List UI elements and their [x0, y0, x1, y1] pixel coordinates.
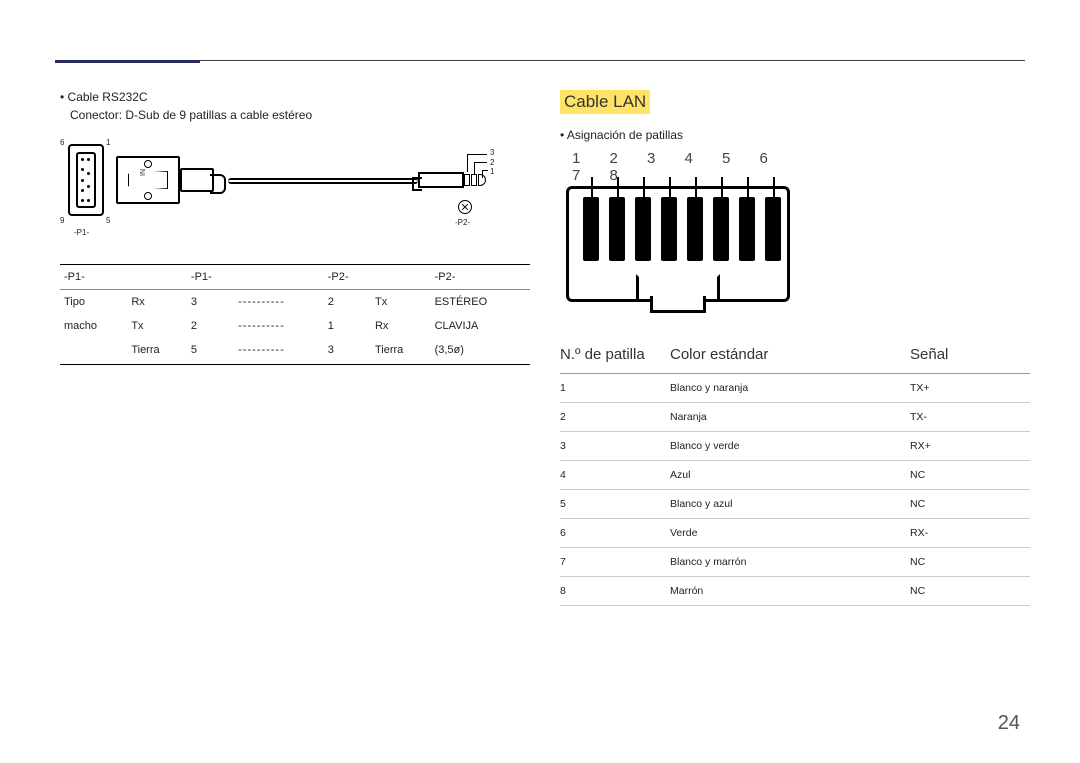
lan-h2: Color estándar	[670, 338, 910, 374]
lan-pinout-table: N.º de patilla Color estándar Señal 1Bla…	[560, 338, 1030, 606]
rs-h1: -P1-	[187, 265, 234, 290]
lan-bullet: Asignación de patillas	[560, 128, 1030, 142]
lead-2	[474, 162, 487, 163]
lan-cell: 2	[560, 403, 670, 432]
rs-r2-3: 1	[324, 314, 371, 338]
stereo-jack-body-icon	[418, 172, 464, 188]
rs-r1-4: Tx	[371, 290, 431, 315]
rs-r2-2: ----------	[234, 314, 324, 338]
rs-r1-2: ----------	[234, 290, 324, 315]
lan-cell: Blanco y naranja	[670, 374, 910, 403]
fig-label-6: 6	[60, 138, 64, 147]
rs-r2-1: 2	[187, 314, 234, 338]
top-rule	[55, 60, 1025, 61]
rs-r1-3: 2	[324, 290, 371, 315]
left-column: Cable RS232C Conector: D-Sub de 9 patill…	[60, 90, 530, 365]
page-number: 24	[998, 712, 1020, 735]
lan-row: 4AzulNC	[560, 461, 1030, 490]
cable-lan-title: Cable LAN	[560, 90, 650, 114]
lan-cell: 1	[560, 374, 670, 403]
rs-r3-4: Tierra	[371, 338, 431, 365]
rs232-table: -P1- -P1- -P2- -P2- Tipo Rx 3 ----------…	[60, 264, 530, 365]
rs232-connector-desc: Conector: D-Sub de 9 patillas a cable es…	[70, 108, 530, 122]
lan-cell: 3	[560, 432, 670, 461]
lan-cell: NC	[910, 461, 1030, 490]
rs-r3-1: 5	[187, 338, 234, 365]
right-column: Cable LAN Asignación de patillas 1 2 3 4…	[560, 90, 1030, 606]
cable-line-icon	[228, 178, 418, 184]
lead-3v	[467, 154, 468, 172]
lan-cell: 4	[560, 461, 670, 490]
rs-r2-0: Tx	[127, 314, 187, 338]
rj45-connector-icon	[566, 186, 790, 302]
dsub-connector-icon	[68, 144, 104, 216]
jack-num-1: 1	[490, 167, 494, 176]
rs-h6: -P2-	[431, 265, 530, 290]
in-label: IN	[140, 169, 147, 176]
rs-r1-5: ESTÉREO	[431, 290, 530, 315]
lan-cell: TX-	[910, 403, 1030, 432]
jack-num-2: 2	[490, 158, 494, 167]
rj45-figure: 1 2 3 4 5 6 7 8	[560, 150, 800, 320]
lan-row: 6VerdeRX-	[560, 519, 1030, 548]
rs-r2-4: Rx	[371, 314, 431, 338]
lan-cell: 6	[560, 519, 670, 548]
rs-rowlabel-2: macho	[60, 314, 127, 338]
fig-label-1: 1	[106, 138, 110, 147]
dsub-body-icon: IN	[116, 156, 180, 204]
lan-cell: TX+	[910, 374, 1030, 403]
lan-cell: Blanco y azul	[670, 490, 910, 519]
rs-r1-0: Rx	[127, 290, 187, 315]
lan-cell: 5	[560, 490, 670, 519]
rs-r2-5: CLAVIJA	[431, 314, 530, 338]
rs-r1-1: 3	[187, 290, 234, 315]
rs232-cable-figure: 6 1 9 5 -P1- IN 3 2 1 -P2-	[60, 134, 500, 254]
cable-strain-icon	[180, 168, 214, 192]
rs-h4: -P2-	[324, 265, 371, 290]
fig-label-p2: -P2-	[455, 218, 470, 227]
lan-row: 7Blanco y marrónNC	[560, 548, 1030, 577]
rs-r3-3: 3	[324, 338, 371, 365]
jack-num-3: 3	[490, 148, 494, 157]
lan-cell: RX-	[910, 519, 1030, 548]
rj45-pin-numbers: 1 2 3 4 5 6 7 8	[572, 150, 800, 184]
fig-label-5: 5	[106, 216, 110, 225]
rs-r3-5: (3,5ø)	[431, 338, 530, 365]
top-accent-bar	[55, 60, 200, 63]
lan-cell: Blanco y marrón	[670, 548, 910, 577]
rs-r3-2: ----------	[234, 338, 324, 365]
fig-label-p1: -P1-	[74, 228, 89, 237]
lead-2v	[474, 162, 475, 174]
lan-row: 2NaranjaTX-	[560, 403, 1030, 432]
lan-cell: NC	[910, 548, 1030, 577]
lan-cell: Naranja	[670, 403, 910, 432]
lan-cell: NC	[910, 490, 1030, 519]
lan-h1: N.º de patilla	[560, 338, 670, 374]
lan-cell: 8	[560, 577, 670, 606]
lan-cell: Marrón	[670, 577, 910, 606]
rs-rowlabel-1: Tipo	[60, 290, 127, 315]
rs-h0: -P1-	[60, 265, 127, 290]
lan-cell: RX+	[910, 432, 1030, 461]
fig-label-9: 9	[60, 216, 64, 225]
lan-cell: 7	[560, 548, 670, 577]
lan-row: 8MarrónNC	[560, 577, 1030, 606]
lan-row: 5Blanco y azulNC	[560, 490, 1030, 519]
jack-ring-icon	[458, 200, 472, 214]
lan-row: 1Blanco y naranjaTX+	[560, 374, 1030, 403]
lan-row: 3Blanco y verdeRX+	[560, 432, 1030, 461]
lead-3	[467, 154, 487, 155]
lan-cell: Verde	[670, 519, 910, 548]
lan-cell: Azul	[670, 461, 910, 490]
lan-cell: NC	[910, 577, 1030, 606]
rs232-bullet: Cable RS232C	[60, 90, 530, 104]
lan-h3: Señal	[910, 338, 1030, 374]
lan-cell: Blanco y verde	[670, 432, 910, 461]
rs-r3-0: Tierra	[127, 338, 187, 365]
lead-1v	[482, 170, 483, 178]
